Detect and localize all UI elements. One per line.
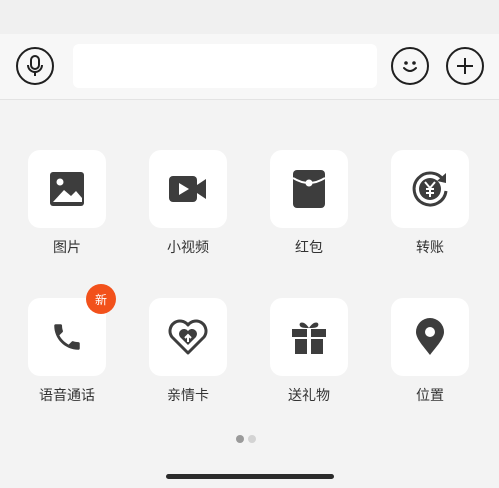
action-family-card-label: 亲情卡 bbox=[167, 388, 209, 404]
more-button[interactable] bbox=[446, 47, 484, 85]
plus-icon bbox=[457, 58, 473, 74]
smiley-icon bbox=[403, 61, 417, 72]
action-send-gift-label: 送礼物 bbox=[288, 388, 330, 404]
action-short-video[interactable]: 小视频 bbox=[138, 150, 238, 280]
action-voice-call-label: 语音通话 bbox=[39, 388, 95, 404]
more-actions-panel: 图片 小视频 红包 转账 新 语音通话 亲情卡 送礼物 位置 bbox=[0, 100, 499, 488]
action-image-label: 图片 bbox=[53, 240, 81, 256]
action-transfer-label: 转账 bbox=[416, 240, 444, 256]
transfer-icon bbox=[412, 171, 448, 207]
message-input[interactable] bbox=[73, 44, 377, 88]
voice-input-button[interactable] bbox=[16, 47, 54, 85]
action-short-video-tile[interactable] bbox=[149, 150, 227, 228]
action-family-card[interactable]: 亲情卡 bbox=[138, 298, 238, 428]
action-transfer-tile[interactable] bbox=[391, 150, 469, 228]
microphone-icon bbox=[27, 55, 43, 76]
red-packet-icon bbox=[293, 170, 325, 208]
action-short-video-label: 小视频 bbox=[167, 240, 209, 256]
home-indicator[interactable] bbox=[166, 474, 334, 479]
action-location-label: 位置 bbox=[416, 388, 444, 404]
action-send-gift[interactable]: 送礼物 bbox=[259, 298, 359, 428]
family-card-icon bbox=[168, 319, 208, 355]
gift-icon bbox=[292, 322, 326, 354]
action-red-packet-label: 红包 bbox=[295, 240, 323, 256]
action-image-tile[interactable] bbox=[28, 150, 106, 228]
action-location-tile[interactable] bbox=[391, 298, 469, 376]
page-dot bbox=[248, 435, 256, 443]
emoji-button[interactable] bbox=[391, 47, 429, 85]
action-location[interactable]: 位置 bbox=[380, 298, 480, 428]
location-icon bbox=[416, 318, 444, 355]
phone-icon bbox=[54, 324, 80, 350]
top-strip bbox=[0, 0, 499, 34]
page-dot-active bbox=[236, 435, 244, 443]
action-red-packet[interactable]: 红包 bbox=[259, 150, 359, 280]
video-icon bbox=[169, 176, 206, 202]
action-image[interactable]: 图片 bbox=[17, 150, 117, 280]
chat-input-bar bbox=[0, 34, 499, 100]
page-indicator bbox=[236, 435, 256, 443]
action-transfer[interactable]: 转账 bbox=[380, 150, 480, 280]
action-send-gift-tile[interactable] bbox=[270, 298, 348, 376]
new-badge: 新 bbox=[86, 284, 116, 314]
action-family-card-tile[interactable] bbox=[149, 298, 227, 376]
image-icon bbox=[50, 172, 84, 206]
action-voice-call[interactable]: 新 语音通话 bbox=[17, 284, 117, 428]
action-red-packet-tile[interactable] bbox=[270, 150, 348, 228]
